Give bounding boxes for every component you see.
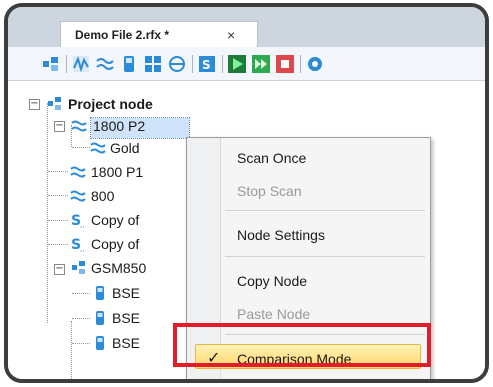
tree-line [48,195,68,196]
stop-icon[interactable] [276,55,294,73]
settings-icon[interactable] [306,55,324,73]
tree-line [72,293,90,294]
device-icon[interactable] [120,55,138,73]
tree-item-bse-1[interactable]: BSE [112,285,188,305]
tree-item-project-node[interactable]: Project node [68,96,153,116]
tree-line [72,147,90,148]
tree-item-gold[interactable]: Gold [110,140,188,160]
menu-item-stop-scan: Stop Scan [237,183,302,199]
tab-close-icon[interactable]: × [227,27,235,43]
radio-icon[interactable] [168,55,186,73]
toolbar-separator [66,55,67,73]
wave-icon [71,120,87,132]
menu-item-node-settings[interactable]: Node Settings [237,227,325,243]
tree-item-gsm850[interactable]: GSM850 [91,260,187,280]
annotation-highlight-box [173,323,431,367]
step-icon[interactable] [252,55,270,73]
svg-text:,,: ,, [80,245,84,252]
waveform-icon[interactable] [72,55,90,73]
tree-item-copy-of-1[interactable]: Copy of [91,212,187,232]
menu-separator [225,210,425,211]
scan-node-icon: S,, [71,237,84,252]
tree-line [72,318,90,319]
node-icon[interactable] [42,55,60,73]
tree-item-800[interactable]: 800 [91,188,187,208]
menu-item-paste-node: Paste Node [237,306,311,322]
toolbar-separator [192,55,193,73]
scan-settings-icon[interactable]: S [198,55,216,73]
tree-line [48,244,68,245]
tree-line [47,103,48,323]
tree-expander[interactable]: − [54,264,65,275]
play-icon[interactable] [228,55,246,73]
tree-item-1800-p1[interactable]: 1800 P1 [91,164,187,184]
menu-item-copy-node[interactable]: Copy Node [237,273,307,289]
menu-separator [225,256,425,257]
project-node-icon [48,97,61,110]
grid-icon[interactable] [144,55,162,73]
scan-node-icon: S,, [71,213,84,228]
tree-item-copy-of-2[interactable]: Copy of [91,236,187,256]
wave-icon[interactable] [96,55,114,73]
tree-line [48,171,68,172]
svg-text:,,: ,, [80,221,84,228]
wave-icon [70,190,86,202]
project-node-icon [72,261,85,274]
tree-expander[interactable]: − [29,99,40,110]
wave-icon [70,166,86,178]
tree-line [48,220,68,221]
tab-demo-file[interactable]: Demo File 2.rfx * × [60,21,258,48]
device-icon [96,286,104,300]
device-icon [96,311,104,325]
menu-item-scan-once[interactable]: Scan Once [237,150,306,166]
device-icon [96,336,104,350]
tree-expander[interactable]: − [54,121,65,132]
tree-item-1800-p2[interactable]: 1800 P2 [90,117,190,139]
tree-line [72,343,90,344]
toolbar-separator [300,55,301,73]
toolbar: S [8,47,485,81]
tree-line [71,321,72,379]
toolbar-separator [222,55,223,73]
svg-text:S: S [202,58,211,72]
wave-icon [90,142,106,154]
tab-bar: Demo File 2.rfx * × [8,7,485,48]
tab-title: Demo File 2.rfx * [75,28,170,42]
